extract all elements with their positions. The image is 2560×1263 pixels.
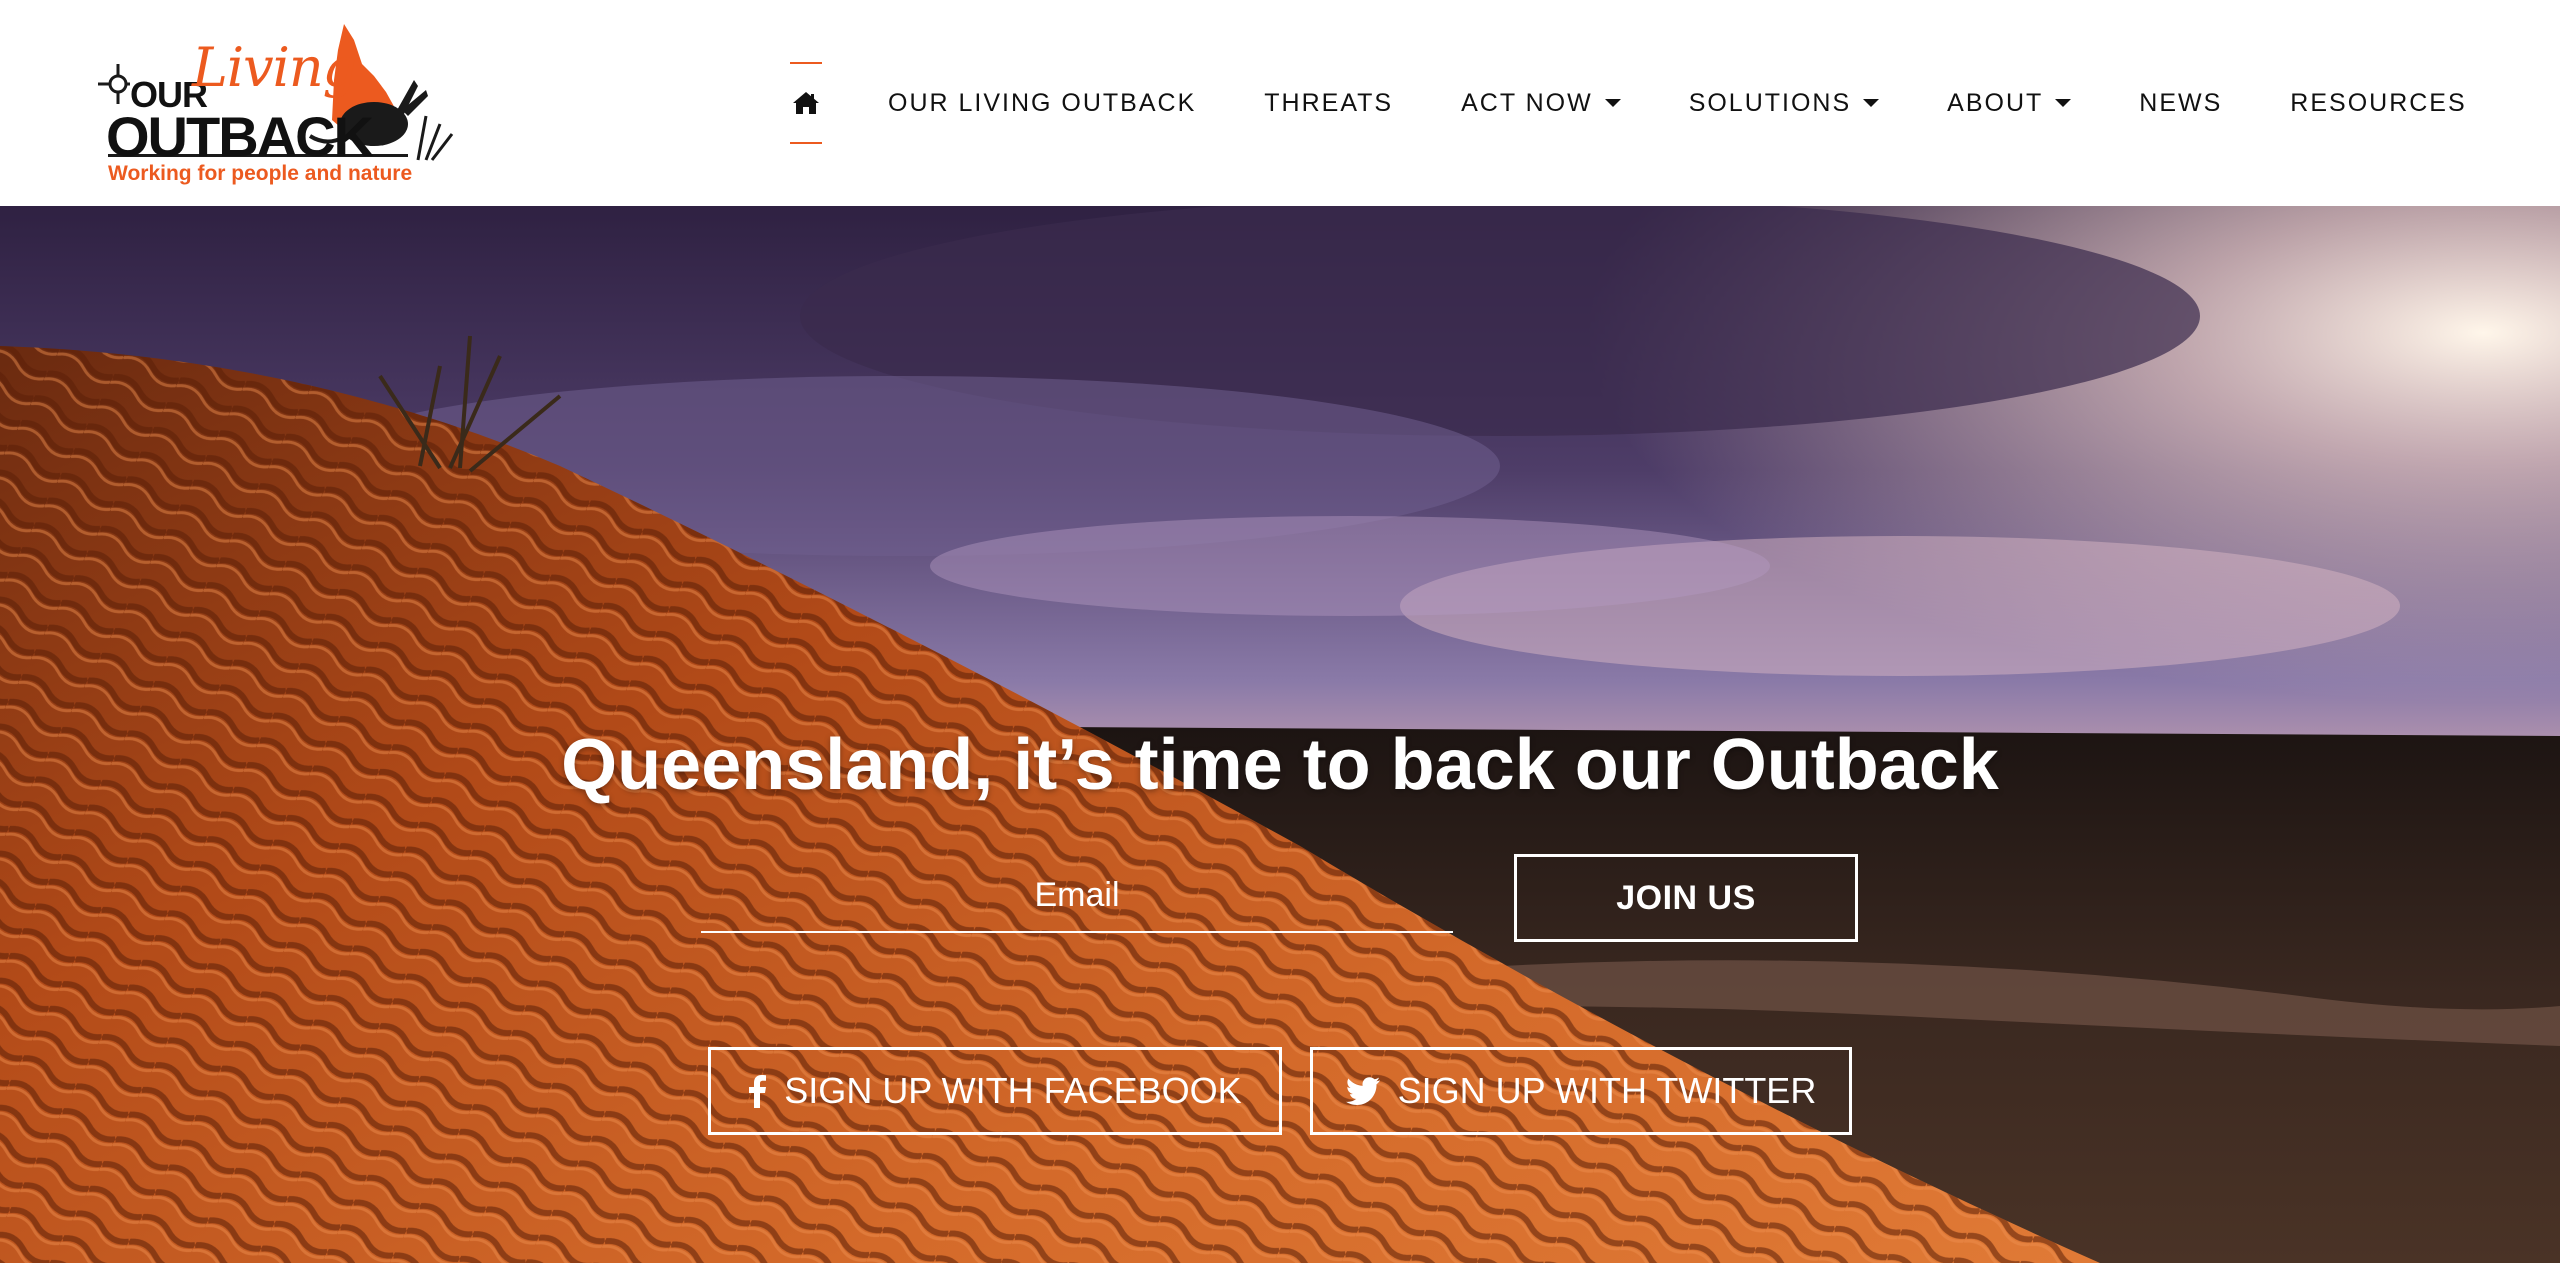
logo-text-living: Living [192, 36, 357, 99]
twitter-signup-label: SIGN UP WITH TWITTER [1397, 1070, 1817, 1111]
facebook-signup-button[interactable]: SIGN UP WITH FACEBOOK [708, 1047, 1282, 1135]
nav-home-link[interactable] [790, 62, 822, 144]
chevron-down-icon [2055, 99, 2072, 107]
nav-item-label: THREATS [1264, 88, 1394, 117]
nav-item-label: NEWS [2139, 88, 2223, 117]
nav-item-label: ACT NOW [1461, 88, 1593, 117]
nav-item-label: OUR LIVING OUTBACK [888, 88, 1197, 117]
nav-item-act-now[interactable]: ACT NOW [1461, 89, 1621, 118]
main-nav: OUR LIVING OUTBACK THREATS ACT NOW SOLUT… [790, 0, 2467, 206]
twitter-icon [1345, 1077, 1380, 1105]
nav-item-news[interactable]: NEWS [2139, 89, 2222, 118]
logo-text-outback: OUTBACK [106, 105, 374, 168]
hero-section: Queensland, it’s time to back our Outbac… [0, 206, 2560, 1263]
email-field-wrapper [701, 851, 1453, 933]
nav-item-label: ABOUT [1947, 88, 2044, 117]
email-field[interactable] [701, 851, 1453, 931]
nav-item-label: SOLUTIONS [1688, 88, 1852, 117]
chevron-down-icon [1863, 99, 1880, 107]
nav-item-our-living-outback[interactable]: OUR LIVING OUTBACK [888, 89, 1196, 118]
join-us-button[interactable]: JOIN US [1514, 854, 1858, 942]
site-logo[interactable]: OUR Living OUTBACK Working for people an… [96, 20, 476, 190]
chevron-down-icon [1604, 99, 1621, 107]
facebook-icon [748, 1074, 767, 1108]
nav-item-resources[interactable]: RESOURCES [2290, 89, 2466, 118]
nav-item-label: RESOURCES [2290, 88, 2467, 117]
nav-item-solutions[interactable]: SOLUTIONS [1688, 88, 1880, 118]
logo-tagline: Working for people and nature [108, 162, 413, 185]
facebook-signup-label: SIGN UP WITH FACEBOOK [784, 1070, 1242, 1111]
home-icon [793, 92, 819, 114]
nav-item-about[interactable]: ABOUT [1947, 88, 2072, 118]
site-header: OUR Living OUTBACK Working for people an… [0, 0, 2560, 206]
nav-item-threats[interactable]: THREATS [1264, 89, 1393, 118]
hero-headline: Queensland, it’s time to back our Outbac… [561, 725, 1999, 806]
twitter-signup-button[interactable]: SIGN UP WITH TWITTER [1310, 1047, 1852, 1135]
